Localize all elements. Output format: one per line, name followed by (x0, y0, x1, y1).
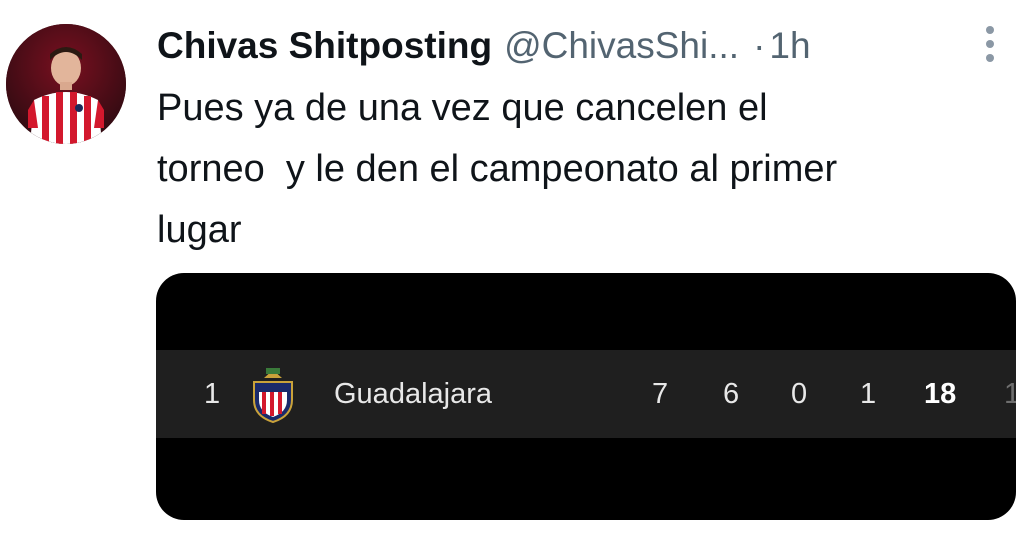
tweet: Chivas Shitposting @ChivasShi... · 1h Pu… (0, 0, 1022, 540)
played-value: 7 (652, 378, 669, 410)
team-crest-icon (248, 366, 298, 424)
avatar[interactable] (6, 24, 126, 144)
won-value: 6 (723, 378, 740, 410)
drawn-value: 0 (791, 378, 808, 410)
timestamp[interactable]: 1h (769, 25, 810, 67)
tweet-media[interactable]: 1 Guadalajara 7 6 0 1 18 1 (156, 273, 1016, 520)
tweet-header: Chivas Shitposting @ChivasShi... · 1h (157, 18, 811, 74)
display-name[interactable]: Chivas Shitposting (157, 25, 492, 67)
lost-value: 1 (860, 378, 877, 410)
team-name[interactable]: Guadalajara (334, 350, 492, 438)
user-handle[interactable]: @ChivasShi... (504, 25, 739, 67)
avatar-image (6, 24, 126, 144)
position-value: 1 (204, 378, 221, 410)
tweet-text: Pues ya de una vez que cancelen el torne… (157, 87, 838, 251)
points-value: 18 (924, 378, 957, 410)
more-options-icon[interactable] (982, 26, 998, 70)
standings-row: 1 Guadalajara 7 6 0 1 18 1 (156, 350, 1016, 438)
separator-dot: · (753, 25, 766, 66)
clipped-value: 1 (1004, 378, 1016, 410)
